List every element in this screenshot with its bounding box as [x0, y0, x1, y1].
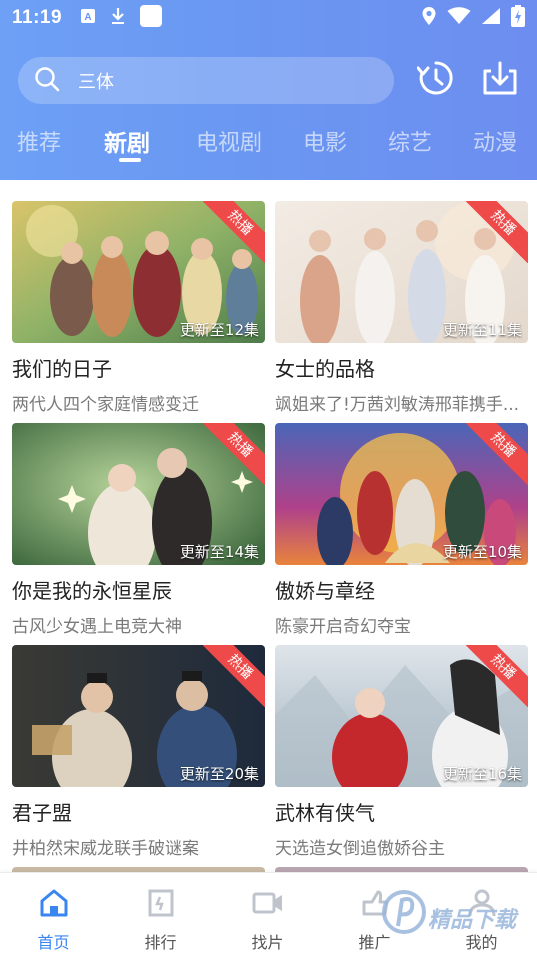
hot-badge: 热播	[466, 645, 528, 707]
watermark-text: 精品下载	[428, 908, 517, 933]
drama-title: 傲娇与章经	[275, 579, 375, 603]
drama-title: 女士的品格	[275, 357, 375, 381]
watermark: 精品下载	[380, 880, 536, 950]
status-time: 11:19	[12, 7, 63, 28]
app-notification-icon	[140, 5, 163, 31]
drama-title: 君子盟	[12, 801, 72, 825]
download-button[interactable]	[480, 60, 520, 100]
drama-subtitle: 井柏然宋威龙联手破谜案	[12, 839, 199, 859]
history-icon	[416, 59, 455, 101]
drama-poster[interactable]: 热播 更新至16集	[275, 645, 528, 787]
drama-poster[interactable]: 热播 更新至12集	[12, 201, 265, 343]
hot-badge: 热播	[203, 423, 265, 485]
tab-tv-series[interactable]: 电视剧	[196, 125, 262, 157]
drama-poster[interactable]: 热播 更新至11集	[275, 201, 528, 343]
hot-badge: 热播	[203, 645, 265, 707]
search-icon	[34, 66, 60, 96]
tab-new-drama[interactable]: 新剧	[104, 124, 150, 158]
hot-badge: 热播	[203, 201, 265, 263]
drama-subtitle: 天选造女倒追傲娇谷主	[275, 839, 445, 859]
drama-subtitle: 陈豪开启奇幻夺宝	[275, 617, 411, 637]
video-camera-icon	[252, 887, 284, 919]
drama-card[interactable]: 热播 更新至16集 武林有侠气 天选造女倒追傲娇谷主	[275, 645, 528, 859]
drama-card[interactable]: 热播 更新至10集 傲娇与章经 陈豪开启奇幻夺宝	[275, 423, 528, 637]
nav-find[interactable]: 找片	[214, 873, 321, 956]
episode-update: 更新至10集	[442, 543, 522, 561]
nav-label: 排行	[144, 933, 177, 952]
battery-charging-icon	[511, 5, 525, 31]
svg-text:A: A	[84, 12, 91, 23]
location-icon	[421, 6, 437, 30]
nav-label: 找片	[251, 933, 284, 952]
keyboard-notification-icon: A	[80, 8, 96, 28]
hot-badge: 热播	[466, 201, 528, 263]
history-button[interactable]	[416, 60, 456, 100]
episode-update: 更新至11集	[442, 321, 522, 339]
drama-title: 我们的日子	[12, 357, 112, 381]
tab-anime[interactable]: 动漫	[473, 125, 517, 157]
drama-title: 武林有侠气	[275, 801, 375, 825]
drama-poster[interactable]: 热播 更新至20集	[12, 645, 265, 787]
download-icon	[481, 59, 519, 101]
drama-card[interactable]: 热播 更新至12集 我们的日子 两代人四个家庭情感变迁	[12, 201, 265, 415]
episode-update: 更新至12集	[179, 321, 259, 339]
drama-grid: 热播 更新至12集 我们的日子 两代人四个家庭情感变迁 热播 更新至11集 女士…	[0, 180, 537, 872]
ranking-icon	[145, 887, 177, 919]
search-query: 三体	[78, 71, 114, 93]
drama-card[interactable]: 热播 更新至20集 君子盟 井柏然宋威龙联手破谜案	[12, 645, 265, 859]
category-tabs: 推荐 新剧 电视剧 电影 综艺 动漫	[0, 118, 537, 166]
drama-title: 你是我的永恒星辰	[12, 579, 172, 603]
drama-card[interactable]: 热播 更新至11集 女士的品格 飒姐来了!万茜刘敏涛邢菲携手...	[275, 201, 528, 415]
hot-badge: 热播	[466, 423, 528, 485]
drama-subtitle: 古风少女遇上电竞大神	[12, 617, 182, 637]
status-bar: 11:19 A	[0, 0, 537, 36]
nav-home[interactable]: 首页	[0, 873, 107, 956]
drama-subtitle: 飒姐来了!万茜刘敏涛邢菲携手...	[275, 395, 520, 415]
search-input[interactable]: 三体	[18, 57, 394, 104]
nav-label: 首页	[37, 933, 70, 952]
header: 11:19 A 三体 推荐 新剧 电视剧 电影 综艺 动漫	[0, 0, 537, 180]
episode-update: 更新至16集	[442, 765, 522, 783]
drama-poster[interactable]: 热播 更新至14集	[12, 423, 265, 565]
tab-variety[interactable]: 综艺	[388, 125, 432, 157]
tab-recommend[interactable]: 推荐	[17, 125, 61, 157]
wifi-icon	[447, 7, 471, 29]
watermark-logo-icon	[382, 890, 426, 934]
episode-update: 更新至14集	[179, 543, 259, 561]
tab-movie[interactable]: 电影	[303, 125, 347, 157]
drama-poster[interactable]: 热播 更新至10集	[275, 423, 528, 565]
home-icon	[38, 887, 70, 919]
active-tab-indicator	[119, 158, 141, 162]
nav-ranking[interactable]: 排行	[107, 873, 214, 956]
drama-subtitle: 两代人四个家庭情感变迁	[12, 395, 199, 415]
drama-card[interactable]: 热播 更新至14集 你是我的永恒星辰 古风少女遇上电竞大神	[12, 423, 265, 637]
cellular-signal-icon	[481, 7, 501, 29]
episode-update: 更新至20集	[179, 765, 259, 783]
download-notification-icon	[110, 7, 126, 29]
